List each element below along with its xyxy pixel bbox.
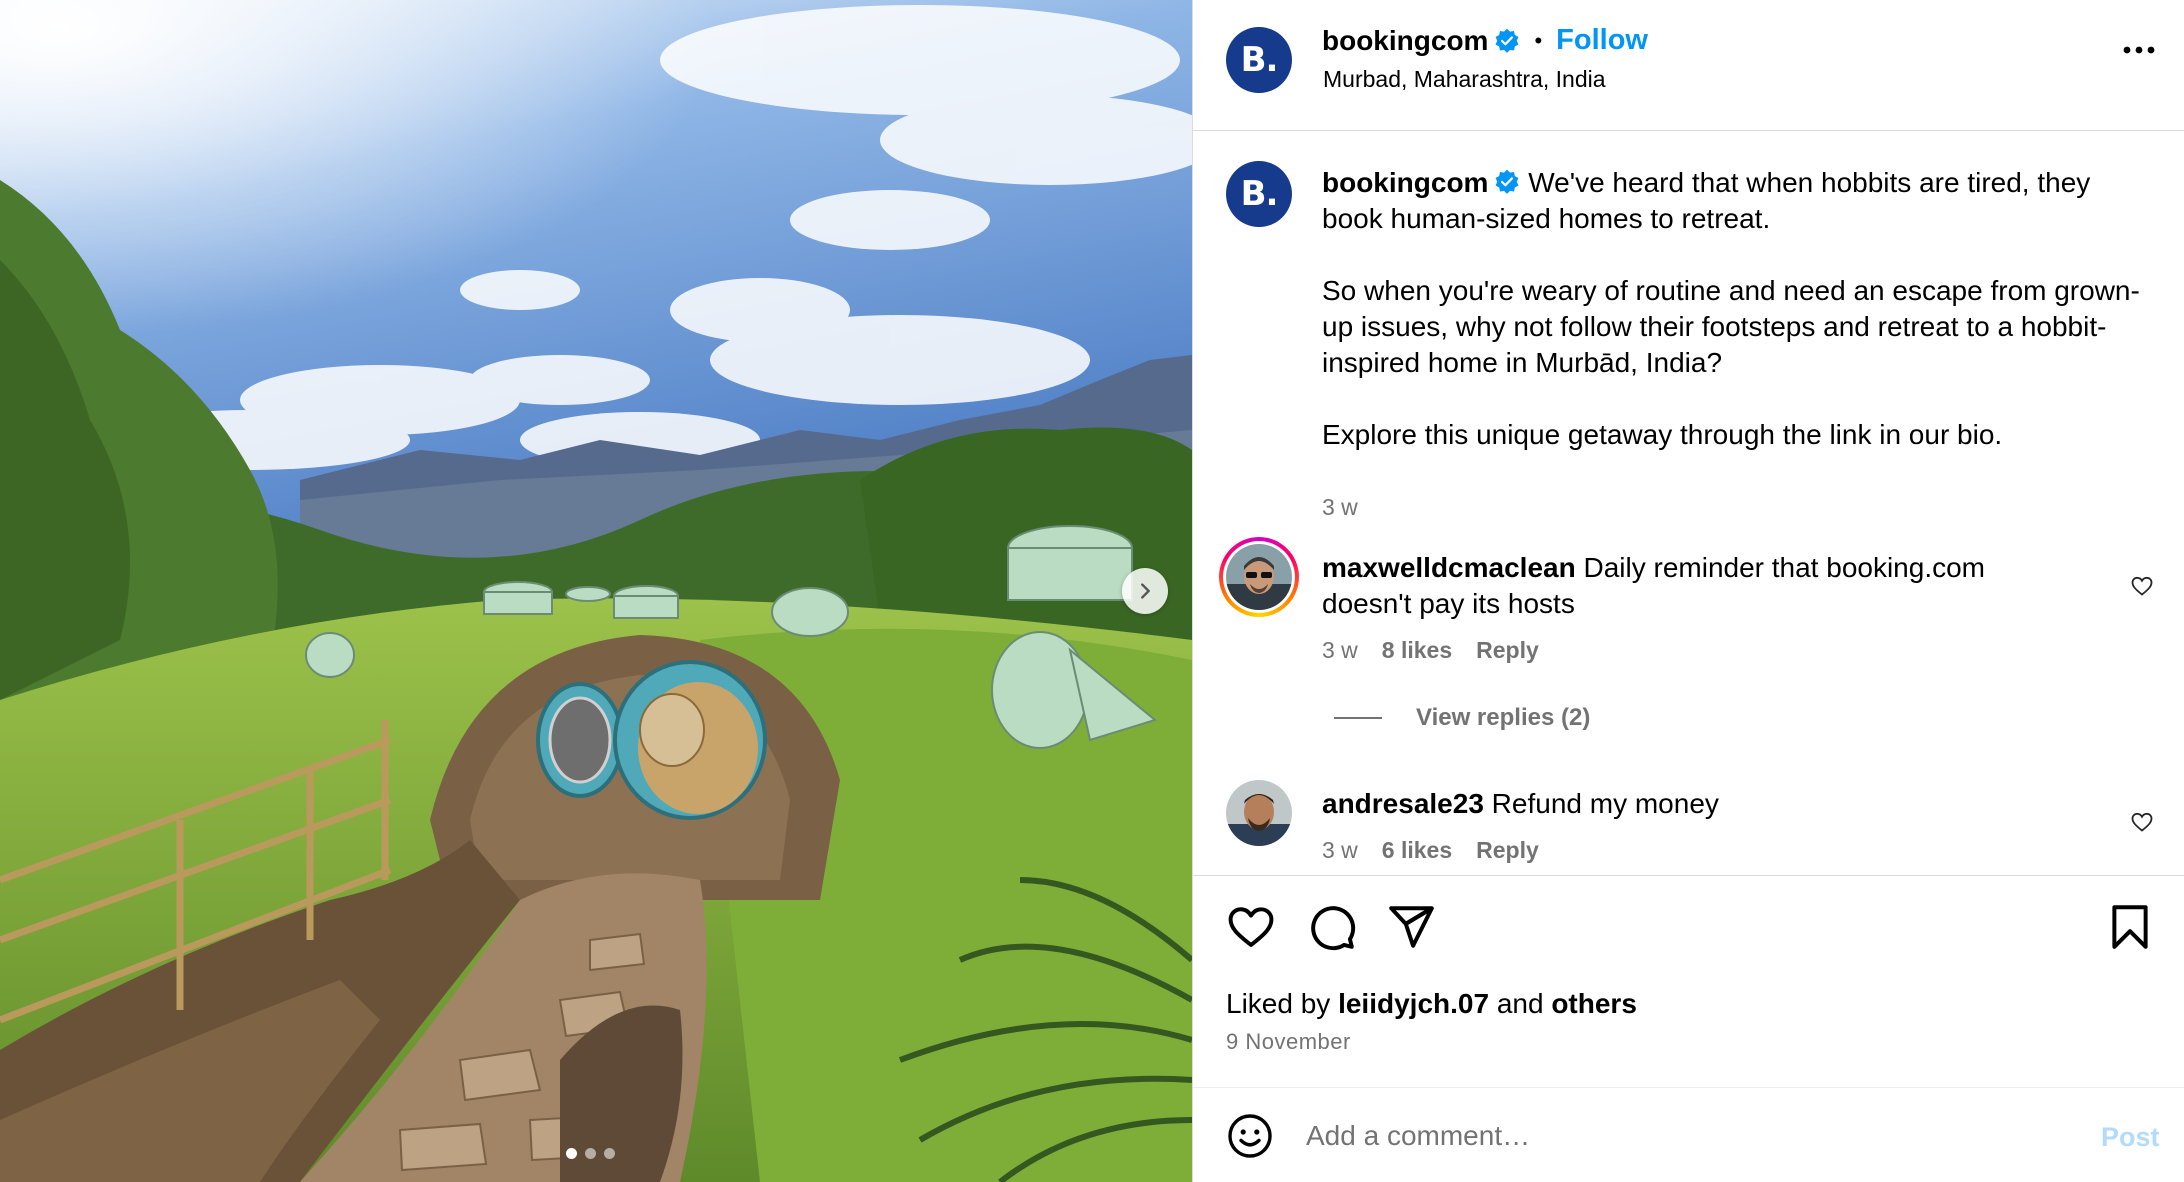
location-link[interactable]: Murbad, Maharashtra, India (1323, 66, 1606, 93)
liked-by-and: and (1496, 988, 1544, 1019)
post-date[interactable]: 9 November (1226, 1029, 1351, 1055)
caption-avatar[interactable]: B. (1226, 161, 1292, 227)
liked-by-prefix: Liked by (1226, 988, 1331, 1019)
avatar-letter: B. (1240, 40, 1279, 80)
comment-text: andresale23 Refund my money 3 w 6 likes Re… (1322, 786, 2062, 868)
post-comment-button[interactable]: Post (2101, 1122, 2160, 1153)
comment-likes[interactable]: 6 likes (1382, 837, 1452, 863)
post-actions: Liked by leiidyjch.07 and others 9 Novem… (1193, 876, 2184, 1088)
reply-button[interactable]: Reply (1476, 637, 1539, 663)
story-ring[interactable] (1219, 537, 1299, 617)
comment-meta: 3 w 8 likes Reply (1322, 632, 2062, 668)
caption-text: bookingcom We've heard that when hobbits… (1322, 165, 2152, 525)
caption-paragraph-3: Explore this unique getaway through the … (1322, 419, 2003, 450)
comment-likes[interactable]: 8 likes (1382, 637, 1452, 663)
post-photo[interactable] (0, 0, 1192, 1182)
hobbit-house-photo (0, 0, 1192, 1182)
emoji-icon[interactable] (1226, 1112, 1274, 1160)
caption-timestamp: 3 w (1322, 489, 2152, 525)
view-replies-label: View replies (2) (1416, 704, 1591, 731)
comment-meta: 3 w 6 likes Reply (1322, 832, 2062, 868)
post-details-panel: B. bookingcom • Follow Murbad, Maharasht… (1192, 0, 2184, 1182)
carousel-dot (585, 1148, 596, 1159)
more-options-icon[interactable] (2121, 44, 2157, 56)
verified-badge-icon (1496, 28, 1519, 53)
reply-button[interactable]: Reply (1476, 837, 1539, 863)
comment-input[interactable] (1306, 1114, 2046, 1158)
comment-time[interactable]: 3 w (1322, 637, 1358, 663)
liked-by-others[interactable]: others (1551, 988, 1637, 1019)
comment-like-heart-icon[interactable] (2130, 810, 2154, 834)
share-icon[interactable] (1386, 902, 1436, 952)
follow-button[interactable]: Follow (1556, 24, 1648, 57)
verified-badge-icon (1496, 169, 1519, 194)
header-separator: • (1534, 27, 1543, 53)
caption-time[interactable]: 3 w (1322, 494, 1358, 520)
liked-by-summary: Liked by leiidyjch.07 and others (1226, 988, 1637, 1020)
view-replies-button[interactable]: View replies (2) (1334, 704, 1590, 732)
caption-username[interactable]: bookingcom (1322, 167, 1488, 198)
header-title-row: bookingcom • Follow (1322, 24, 1648, 57)
carousel-indicator (566, 1148, 615, 1159)
heart-icon[interactable] (1226, 902, 1276, 952)
chevron-right-icon (1141, 583, 1150, 599)
comment-time[interactable]: 3 w (1322, 837, 1358, 863)
carousel-dot (604, 1148, 615, 1159)
comment-body: Refund my money (1491, 788, 1719, 819)
comment-like-heart-icon[interactable] (2130, 574, 2154, 598)
commenter-avatar[interactable] (1226, 780, 1292, 846)
next-slide-button[interactable] (1122, 568, 1168, 614)
view-replies-line (1334, 717, 1382, 719)
comments-scroll-area[interactable]: B. bookingcom We've heard that when hobb… (1193, 131, 2184, 876)
avatar[interactable]: B. (1226, 27, 1292, 93)
comment-icon[interactable] (1307, 902, 1357, 952)
comment-username[interactable]: maxwelldcmaclean (1322, 552, 1576, 583)
comment-username[interactable]: andresale23 (1322, 788, 1484, 819)
post-header: B. bookingcom • Follow Murbad, Maharasht… (1193, 0, 2184, 131)
comment-text: maxwelldcmaclean Daily reminder that boo… (1322, 550, 2062, 668)
liked-by-user[interactable]: leiidyjch.07 (1338, 988, 1489, 1019)
avatar-letter: B. (1240, 174, 1279, 214)
header-username[interactable]: bookingcom (1322, 25, 1488, 57)
add-comment-bar: Post (1193, 1088, 2184, 1182)
caption-paragraph-2: So when you're weary of routine and need… (1322, 275, 2140, 378)
bookmark-icon[interactable] (2107, 902, 2153, 952)
commenter-avatar (1226, 544, 1292, 610)
carousel-dot-active (566, 1148, 577, 1159)
